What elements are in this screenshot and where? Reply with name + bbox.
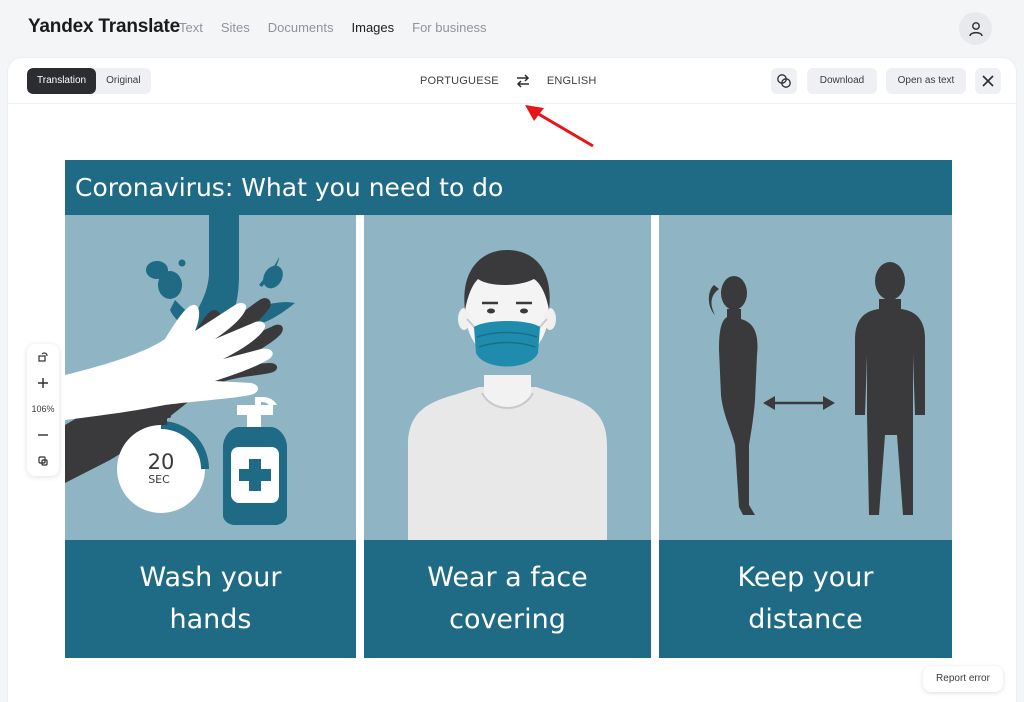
social-distance-icon [708, 262, 925, 515]
annotation-arrow-icon [525, 105, 594, 148]
nav-sites[interactable]: Sites [221, 20, 250, 35]
source-language[interactable]: PORTUGUESE [420, 75, 499, 87]
user-icon [968, 21, 983, 36]
fit-icon [38, 456, 48, 466]
original-view-button[interactable]: Original [96, 68, 150, 94]
zoom-controls: 106% [27, 344, 59, 476]
poster-panel-distance: Keep your distance [659, 215, 952, 658]
nav-text[interactable]: Text [179, 20, 203, 35]
rotate-icon [38, 352, 48, 362]
compare-button[interactable] [771, 68, 797, 94]
zoom-level: 106% [31, 404, 55, 414]
overlap-circles-icon [777, 74, 791, 88]
poster-panel-wash: 20 SEC Wash your hands [65, 215, 356, 658]
caption-wash-line1: Wash your [139, 562, 282, 593]
translated-image: Coronavirus: What you need to do 20 SEC [65, 160, 952, 658]
zoom-out-button[interactable] [27, 422, 59, 448]
close-icon [982, 75, 994, 87]
download-button[interactable]: Download [807, 68, 877, 94]
swap-icon [516, 74, 529, 88]
poster-title: Coronavirus: What you need to do [65, 160, 952, 215]
target-language[interactable]: ENGLISH [547, 75, 597, 87]
close-button[interactable] [975, 68, 1001, 94]
caption-wash-line2: hands [169, 604, 252, 635]
app-logo[interactable]: Yandex Translate [28, 16, 180, 38]
main-nav: Text Sites Documents Images For business [179, 20, 505, 35]
report-error-button[interactable]: Report error [923, 666, 1003, 692]
plus-icon [38, 378, 48, 388]
hand-washing-icon: 20 SEC [65, 215, 295, 525]
caption-wash: Wash your hands [65, 540, 356, 658]
nav-images[interactable]: Images [352, 20, 395, 35]
caption-mask-line1: Wear a face [427, 562, 588, 593]
language-selector: PORTUGUESE ENGLISH [420, 58, 597, 104]
poster-panel-mask: Wear a face covering [364, 215, 651, 658]
user-avatar-button[interactable] [959, 12, 992, 45]
swap-languages-button[interactable] [515, 73, 531, 89]
caption-distance: Keep your distance [659, 540, 952, 658]
rotate-button[interactable] [27, 344, 59, 370]
zoom-in-button[interactable] [27, 370, 59, 396]
top-bar: Yandex Translate Text Sites Documents Im… [0, 0, 1024, 58]
timer-number: 20 [148, 450, 175, 474]
open-as-text-button[interactable]: Open as text [886, 68, 966, 94]
view-toggle: Translation Original [27, 68, 151, 94]
caption-distance-line1: Keep your [737, 562, 874, 593]
nav-documents[interactable]: Documents [268, 20, 334, 35]
caption-distance-line2: distance [748, 604, 863, 635]
translation-view-button[interactable]: Translation [27, 68, 97, 94]
fit-button[interactable] [27, 448, 59, 474]
timer-unit: SEC [148, 473, 170, 486]
panel-divider [651, 215, 659, 658]
nav-for-business[interactable]: For business [412, 20, 486, 35]
face-mask-icon [408, 250, 607, 540]
caption-mask: Wear a face covering [364, 540, 651, 658]
card-toolbar: Translation Original PORTUGUESE ENGLISH … [8, 58, 1016, 104]
panel-divider [356, 215, 364, 658]
caption-mask-line2: covering [449, 604, 566, 635]
minus-icon [38, 434, 48, 436]
